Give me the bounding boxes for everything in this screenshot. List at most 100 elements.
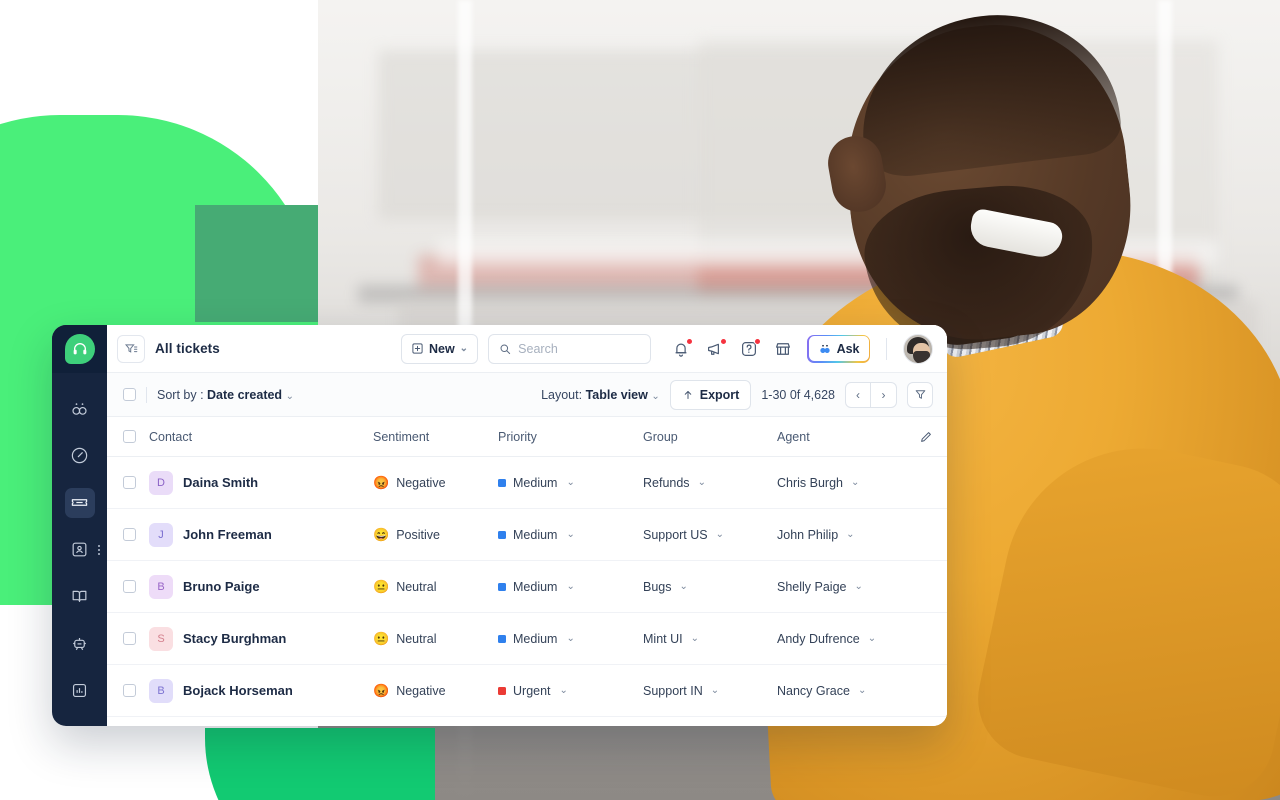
sidebar-item-knowledge-base[interactable]	[52, 573, 107, 620]
chevron-down-icon[interactable]: ⌄	[691, 633, 699, 644]
chevron-down-icon[interactable]: ⌄	[851, 477, 859, 488]
row-checkbox[interactable]	[123, 476, 136, 489]
priority-label: Medium	[513, 579, 558, 594]
row-select-cell	[123, 632, 149, 645]
top-bar: All tickets New ⌄ Search Ask	[107, 325, 947, 373]
sidebar-item-freddy[interactable]	[52, 385, 107, 432]
column-header-group[interactable]: Group	[643, 430, 777, 444]
chevron-down-icon[interactable]: ⌄	[846, 529, 854, 540]
agent-label: Andy Dufrence	[777, 631, 860, 646]
group-cell[interactable]: Bugs ⌄	[643, 580, 777, 594]
priority-cell[interactable]: Medium ⌄	[498, 528, 643, 542]
chevron-down-icon[interactable]: ⌄	[566, 477, 574, 488]
header-select-cell	[123, 430, 149, 443]
sidebar-item-dashboard[interactable]	[52, 432, 107, 479]
contact-cell: J John Freeman	[149, 522, 373, 547]
row-checkbox[interactable]	[123, 580, 136, 593]
chevron-down-icon: ⌄	[651, 390, 660, 402]
search-input[interactable]	[518, 341, 641, 356]
priority-cell[interactable]: Medium ⌄	[498, 476, 643, 490]
column-header-agent[interactable]: Agent	[777, 430, 907, 444]
chevron-down-icon[interactable]: ⌄	[680, 581, 688, 592]
priority-color-swatch	[498, 530, 506, 539]
column-header-priority[interactable]: Priority	[498, 430, 643, 444]
select-all-checkbox[interactable]	[123, 388, 136, 401]
row-checkbox[interactable]	[123, 632, 136, 645]
group-cell[interactable]: Refunds ⌄	[643, 476, 777, 490]
chevron-down-icon[interactable]: ⌄	[566, 581, 574, 592]
table-row[interactable]: S Stacy Burghman 😐 Neutral Medium ⌄ Mint …	[107, 613, 947, 665]
sidebar-item-contacts[interactable]	[52, 526, 107, 573]
layout-control[interactable]: Layout: Table view ⌄	[541, 388, 660, 402]
row-checkbox[interactable]	[123, 684, 136, 697]
sidebar-nav	[52, 325, 107, 726]
priority-cell[interactable]: Medium ⌄	[498, 580, 643, 594]
search-box[interactable]	[488, 333, 652, 364]
table-row[interactable]: B Bojack Horseman 😡 Negative Urgent ⌄ Sup…	[107, 665, 947, 717]
chevron-down-icon[interactable]: ⌄	[716, 529, 724, 540]
chevron-down-icon[interactable]: ⌄	[711, 685, 719, 696]
priority-label: Urgent	[513, 683, 551, 698]
table-row[interactable]: J John Freeman 😄 Positive Medium ⌄ Suppor…	[107, 509, 947, 561]
pagination-controls: ‹ ›	[845, 381, 897, 408]
sentiment-emoji-icon: 😐	[373, 579, 390, 594]
funnel-filter-icon[interactable]	[907, 381, 933, 408]
help-question-icon[interactable]	[739, 337, 762, 359]
column-header-sentiment[interactable]: Sentiment	[373, 430, 498, 444]
chevron-down-icon[interactable]: ⌄	[566, 633, 574, 644]
new-button[interactable]: New ⌄	[400, 333, 479, 364]
chevron-down-icon[interactable]: ⌄	[855, 581, 863, 592]
row-select-cell	[123, 528, 149, 541]
agent-cell[interactable]: Chris Burgh ⌄	[777, 476, 907, 490]
chevron-down-icon[interactable]: ⌄	[868, 633, 876, 644]
sentiment-emoji-icon: 😡	[373, 683, 390, 698]
analytics-bar-chart-icon	[65, 676, 95, 706]
decor-green-bottom-shape	[205, 728, 435, 800]
announcements-megaphone-icon[interactable]	[705, 337, 728, 359]
priority-cell[interactable]: Medium ⌄	[498, 632, 643, 646]
announcement-badge	[720, 337, 728, 345]
filter-list-icon[interactable]	[117, 334, 145, 363]
sentiment-emoji-icon: 😐	[373, 631, 390, 646]
chevron-right-icon[interactable]: ›	[871, 381, 897, 408]
agent-cell[interactable]: John Philip ⌄	[777, 528, 907, 542]
agent-label: John Philip	[777, 527, 839, 542]
table-row[interactable]: D Daina Smith 😡 Negative Medium ⌄ Refunds…	[107, 457, 947, 509]
group-cell[interactable]: Mint UI ⌄	[643, 632, 777, 646]
agent-cell[interactable]: Andy Dufrence ⌄	[777, 632, 907, 646]
agent-cell[interactable]: Shelly Paige ⌄	[777, 580, 907, 594]
automation-bot-icon	[65, 629, 95, 659]
group-cell[interactable]: Support US ⌄	[643, 528, 777, 542]
ask-button[interactable]: Ask	[807, 334, 870, 363]
sidebar-item-analytics[interactable]	[52, 667, 107, 714]
sort-by-control[interactable]: Sort by : Date created ⌄	[157, 388, 294, 402]
row-checkbox[interactable]	[123, 528, 136, 541]
marketplace-store-icon[interactable]	[773, 339, 793, 359]
sentiment-cell: 😄 Positive	[373, 528, 498, 542]
notifications-bell-icon[interactable]	[671, 337, 694, 359]
priority-cell[interactable]: Urgent ⌄	[498, 684, 643, 698]
agent-label: Chris Burgh	[777, 475, 843, 490]
sidebar-item-automations[interactable]	[52, 620, 107, 667]
avatar[interactable]	[903, 333, 933, 364]
chevron-down-icon[interactable]: ⌄	[698, 477, 706, 488]
table-header-row: Contact Sentiment Priority Group Agent	[107, 417, 947, 457]
chevron-left-icon[interactable]: ‹	[845, 381, 871, 408]
agent-cell[interactable]: Nancy Grace ⌄	[777, 684, 907, 698]
sort-by-label: Sort by :	[157, 387, 204, 402]
chevron-down-icon: ⌄	[459, 343, 469, 354]
table-row[interactable]: B Bruno Paige 😐 Neutral Medium ⌄ Bugs ⌄ Sh…	[107, 561, 947, 613]
chevron-down-icon[interactable]: ⌄	[566, 529, 574, 540]
column-header-contact[interactable]: Contact	[149, 430, 373, 444]
sidebar-item-tickets[interactable]	[52, 479, 107, 526]
group-cell[interactable]: Support IN ⌄	[643, 684, 777, 698]
row-select-cell	[123, 476, 149, 489]
agent-label: Nancy Grace	[777, 683, 850, 698]
chevron-down-icon[interactable]: ⌄	[858, 685, 866, 696]
sidebar-overflow-menu-icon[interactable]	[98, 544, 100, 555]
select-all-rows-checkbox[interactable]	[123, 430, 136, 443]
export-button[interactable]: Export	[669, 379, 752, 410]
chevron-down-icon[interactable]: ⌄	[560, 685, 568, 696]
app-logo[interactable]	[52, 325, 107, 373]
pencil-edit-icon[interactable]	[907, 430, 933, 444]
